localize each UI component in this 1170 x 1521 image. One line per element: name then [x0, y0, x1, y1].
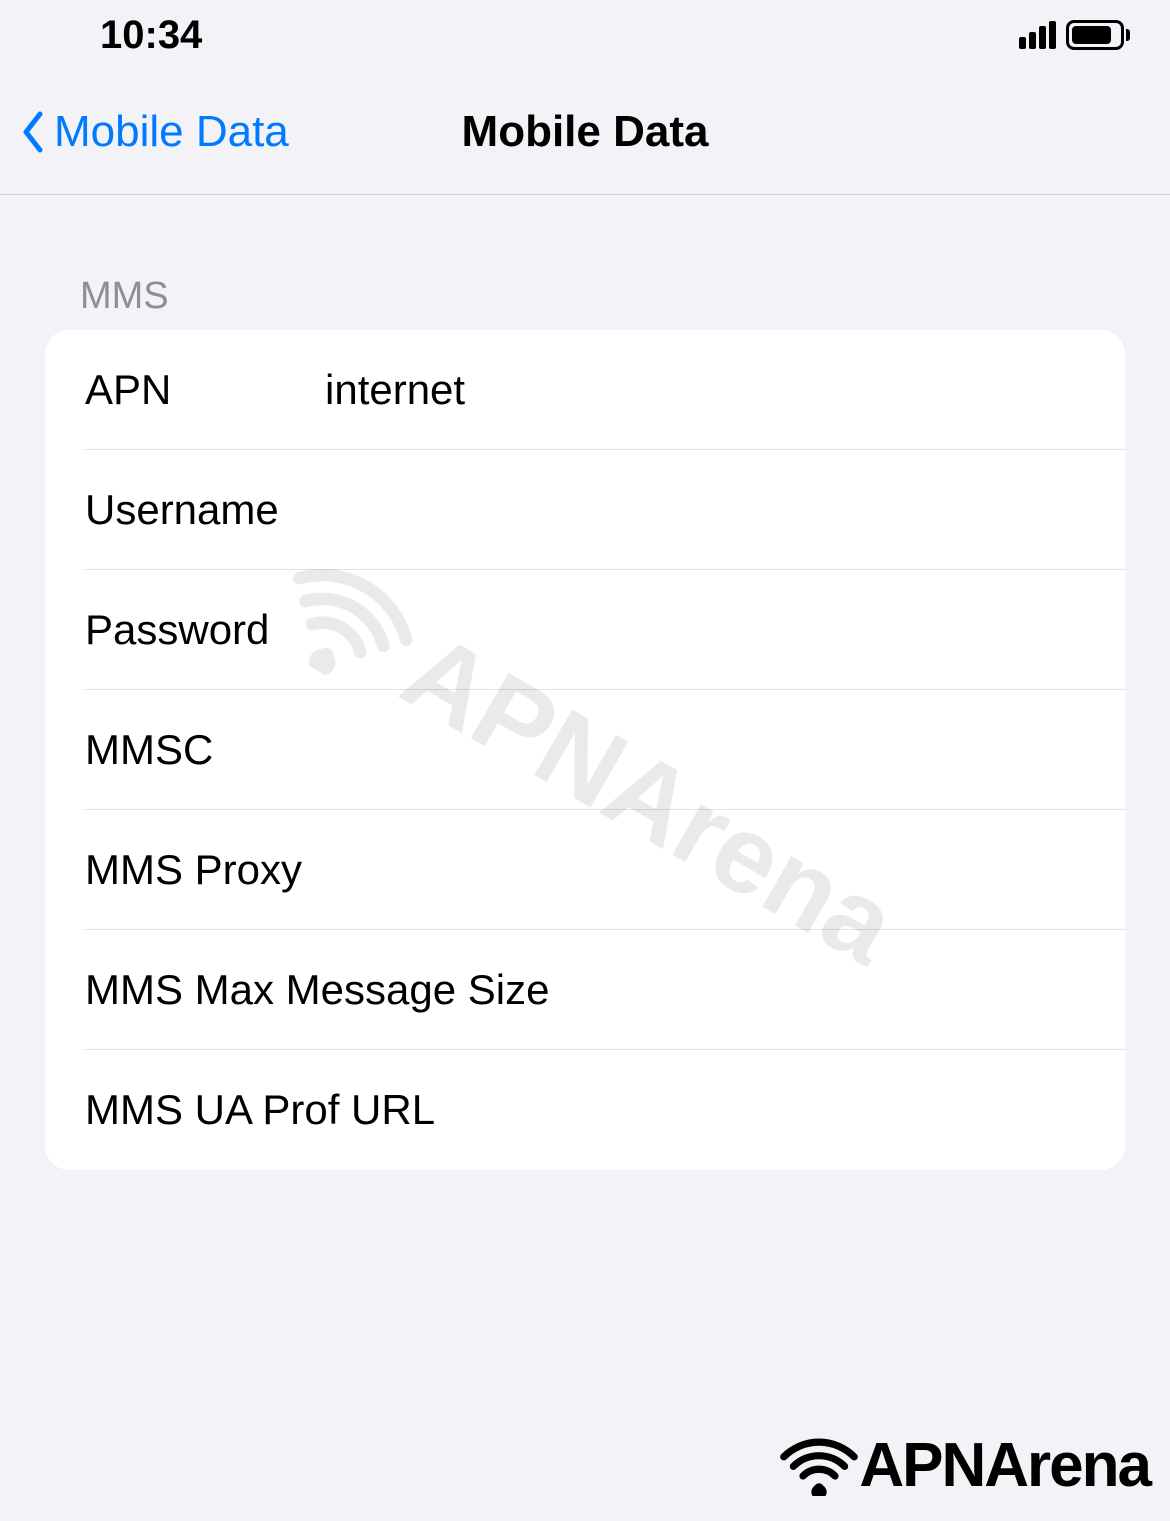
row-username[interactable]: Username	[45, 450, 1125, 570]
row-password[interactable]: Password	[45, 570, 1125, 690]
input-password[interactable]	[325, 606, 1085, 654]
label-mmsc: MMSC	[85, 726, 325, 774]
back-button[interactable]: Mobile Data	[20, 107, 289, 157]
content: MMS APN Username Password MMSC MMS Proxy	[0, 195, 1170, 1170]
back-label: Mobile Data	[54, 107, 289, 157]
label-password: Password	[85, 606, 325, 654]
nav-bar: Mobile Data Mobile Data	[0, 70, 1170, 195]
input-username[interactable]	[325, 486, 1085, 534]
section-header-mms: MMS	[45, 275, 1125, 330]
footer-text: APNArena	[859, 1430, 1150, 1501]
row-mms-ua-prof[interactable]: MMS UA Prof URL	[45, 1050, 1125, 1170]
status-icons	[1019, 20, 1130, 50]
row-mms-proxy[interactable]: MMS Proxy	[45, 810, 1125, 930]
page-title: Mobile Data	[462, 107, 709, 157]
status-bar: 10:34	[0, 0, 1170, 70]
label-mms-proxy: MMS Proxy	[85, 846, 544, 894]
input-mmsc[interactable]	[325, 726, 1085, 774]
input-apn[interactable]	[325, 366, 1085, 414]
label-username: Username	[85, 486, 325, 534]
row-mms-max-size[interactable]: MMS Max Message Size	[45, 930, 1125, 1050]
wifi-icon	[779, 1436, 859, 1496]
battery-icon	[1066, 20, 1130, 50]
footer-logo: APNArena	[779, 1430, 1150, 1501]
label-apn: APN	[85, 366, 325, 414]
label-mms-max-size: MMS Max Message Size	[85, 966, 1085, 1014]
input-mms-proxy[interactable]	[544, 846, 1085, 894]
settings-group-mms: APN Username Password MMSC MMS Proxy MMS…	[45, 330, 1125, 1170]
row-mmsc[interactable]: MMSC	[45, 690, 1125, 810]
row-apn[interactable]: APN	[45, 330, 1125, 450]
label-mms-ua-prof: MMS UA Prof URL	[85, 1086, 1085, 1134]
chevron-left-icon	[20, 110, 46, 154]
status-time: 10:34	[100, 13, 202, 58]
signal-icon	[1019, 21, 1056, 49]
